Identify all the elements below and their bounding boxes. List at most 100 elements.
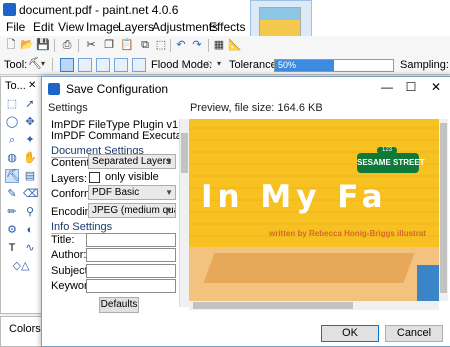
preview-horizontal-scrollbar[interactable] [189,301,439,310]
crop-icon[interactable]: ⧉ [138,38,152,52]
paint-bucket-tool-icon[interactable]: ⛏ [5,169,20,183]
pdf-preview: 123 SESAME STREET In My Fa written by Re… [189,119,439,301]
shapes-icon[interactable]: ◇△ [11,259,31,273]
lasso-select-icon[interactable]: ◯ [5,115,19,129]
zoom-icon[interactable]: ⌕ [5,133,19,147]
only-visible-checkbox[interactable] [89,172,100,183]
save-icon[interactable]: 💾 [36,38,50,52]
paste-icon[interactable]: 📋 [120,38,134,52]
content-label: Content: [51,157,93,169]
preview-vertical-thumb[interactable] [440,123,447,293]
defaults-button[interactable]: Defaults [99,297,139,313]
line-curve-icon[interactable]: ∿ [23,241,37,255]
main-toolbar: 🗋 📂 💾 ⎙ ✂ ❐ 📋 ⧉ ⬚ ↶ ↷ ▦ 📐 [0,36,450,57]
subject-field[interactable] [86,264,176,278]
settings-scroll-thumb[interactable] [181,133,188,173]
conformity-value: PDF Basic [92,187,140,198]
info-settings-header: Info Settings [51,221,113,233]
paint-net-icon [48,83,60,95]
encoding-value: JPEG (medium quality [92,205,175,216]
ruler-icon[interactable]: 📐 [228,38,242,52]
tolerance-slider[interactable]: 50% [274,59,394,72]
print-icon[interactable]: ⎙ [60,38,74,52]
encoding-select[interactable]: JPEG (medium quality ▼ [88,203,176,218]
content-value: Separated Layers [92,156,171,167]
undo-icon[interactable]: ↶ [174,38,188,52]
paintbrush-icon[interactable]: ✎ [5,187,19,201]
ellipse-select-icon[interactable]: ◍ [5,151,19,165]
save-configuration-dialog: Save Configuration — ☐ ✕ Settings Previe… [41,76,450,347]
pan-icon[interactable]: ✋ [23,151,37,165]
tolerance-label: Tolerance: [229,59,280,71]
color-picker-icon[interactable]: ⚲ [23,205,37,219]
recolor-icon[interactable]: ◐ [23,223,37,237]
paint-bucket-icon[interactable]: ⛏ [28,57,42,71]
author-label: Author: [51,249,87,261]
menu-layers[interactable]: Layers [118,20,154,34]
author-field[interactable] [86,248,176,262]
move-selection-icon[interactable]: ➚ [23,97,37,111]
selection-mode-invert[interactable] [132,58,146,72]
title-label: Title: [51,234,75,246]
selection-mode-replace[interactable] [60,58,74,72]
move-selected-icon[interactable]: ✥ [23,115,37,129]
flood-mode-icon[interactable]: ◌ [204,57,214,71]
settings-scrollbar[interactable] [179,119,189,307]
chevron-down-icon: ▼ [165,157,173,166]
chevron-down-icon: ▼ [165,206,173,215]
sampling-label: Sampling: [400,59,449,71]
ok-button[interactable]: OK [321,325,379,342]
selection-mode-exclude[interactable] [96,58,110,72]
eraser-icon[interactable]: ⌫ [23,187,39,201]
gradient-icon[interactable]: ▤ [23,169,37,183]
settings-label: Settings [48,102,88,114]
menu-file[interactable]: File [6,20,25,34]
tools-panel-title: To... [5,80,26,92]
conformity-select[interactable]: PDF Basic ▼ [88,185,176,200]
tools-panel: To... ✕ ⬚ ➚ ◯ ✥ ⌕ ✦ ◍ ✋ ⛏ ▤ ✎ ⌫ ✏ ⚲ ⚙ ◐ … [0,76,42,314]
clone-stamp-icon[interactable]: ⚙ [5,223,19,237]
menu-edit[interactable]: Edit [33,20,54,34]
menu-effects[interactable]: Effects [209,20,245,34]
deselect-icon[interactable]: ⬚ [154,38,168,52]
selection-mode-intersect[interactable] [114,58,128,72]
cut-icon[interactable]: ✂ [84,38,98,52]
chevron-down-icon: ▼ [165,188,173,197]
only-visible-label: only visible [105,171,159,183]
dialog-title: Save Configuration [66,82,169,96]
keywords-field[interactable] [86,279,176,293]
text-tool-icon[interactable]: T [5,241,19,255]
preview-vertical-scrollbar[interactable] [439,119,448,301]
flood-mode-chevron-icon[interactable]: ▾ [214,57,224,71]
menu-image[interactable]: Image [86,20,119,34]
new-icon[interactable]: 🗋 [4,38,18,52]
redo-icon[interactable]: ↷ [190,38,204,52]
colors-panel: Colors [0,316,42,347]
book-title: In My Fa [201,179,388,215]
colors-panel-title: Colors [9,323,41,335]
menu-view[interactable]: View [58,20,84,34]
sesame-street-logo: SESAME STREET [357,153,425,173]
grid-icon[interactable]: ▦ [212,38,226,52]
close-icon[interactable]: ✕ [28,80,36,91]
content-select[interactable]: Separated Layers ▼ [88,154,176,169]
selection-mode-union[interactable] [78,58,92,72]
rectangle-select-icon[interactable]: ⬚ [5,97,19,111]
chevron-down-icon[interactable]: ▾ [38,57,48,71]
cancel-button[interactable]: Cancel [385,325,443,342]
close-icon[interactable]: ✕ [428,80,444,94]
pencil-icon[interactable]: ✏ [5,205,19,219]
magic-wand-icon[interactable]: ✦ [23,133,37,147]
flood-mode-label: Flood Mode: [151,59,213,71]
menu-bar: File Edit View Image Layers Adjustments … [0,18,450,36]
paint-net-icon [3,3,16,16]
open-icon[interactable]: 📂 [20,38,34,52]
tolerance-value: 50% [278,60,297,70]
maximize-icon[interactable]: ☐ [403,80,419,94]
minimize-icon[interactable]: — [379,80,395,94]
preview-horizontal-thumb[interactable] [193,302,353,309]
book-credit: written by Rebecca Honig-Briggs illustra… [269,229,426,238]
copy-icon[interactable]: ❐ [102,38,116,52]
title-field[interactable] [86,233,176,247]
app-title-bar: document.pdf - paint.net 4.0.6 [0,0,450,20]
